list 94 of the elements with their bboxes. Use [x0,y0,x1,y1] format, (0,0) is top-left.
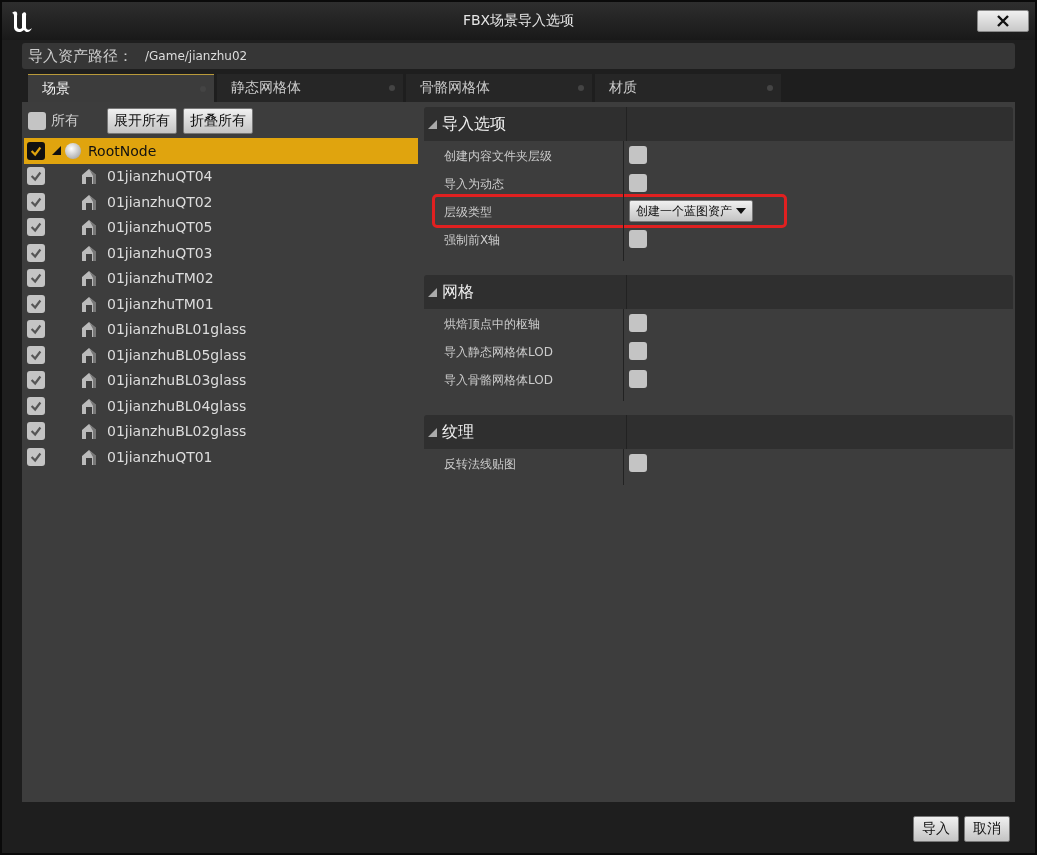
section-title: 纹理 [442,421,474,443]
close-icon [996,15,1010,27]
house-icon [81,218,97,237]
checkbox[interactable] [28,112,46,130]
section-title: 网格 [442,281,474,303]
tree-label: 01jianzhuBL02glass [107,423,247,440]
house-icon [81,243,97,262]
expander-icon[interactable] [428,287,437,297]
tree-row[interactable]: 01jianzhuTM02 [24,265,418,291]
tree-row[interactable]: RootNode [24,138,418,164]
property-label: 烘焙顶点中的枢轴 [444,317,540,331]
house-icon [81,320,97,339]
section-header[interactable]: 纹理 [424,415,1013,449]
toolbar-button[interactable]: 折叠所有 [183,108,253,134]
house-icon [81,396,97,415]
checkbox[interactable] [27,371,45,390]
close-button[interactable] [977,10,1029,32]
property-label: 反转法线贴图 [444,457,516,471]
checkbox[interactable] [27,218,45,237]
section-title: 导入选项 [442,113,506,135]
checkbox[interactable] [27,320,45,339]
dropdown[interactable]: 创建一个蓝图资产 [629,200,753,222]
tree-label: 01jianzhuQT04 [107,168,213,185]
house-icon [81,447,97,466]
path-label: 导入资产路径： [28,46,133,66]
property-label: 创建内容文件夹层级 [444,149,552,163]
toolbar-button[interactable]: 展开所有 [107,108,177,134]
dialog-button[interactable]: 导入 [913,816,959,842]
checkbox[interactable] [629,342,647,360]
house-icon [81,269,97,288]
tree-label: 01jianzhuQT05 [107,219,213,236]
checkbox-label: 所有 [51,112,79,130]
checkbox[interactable] [27,422,45,441]
tree-row[interactable]: 01jianzhuQT01 [24,444,418,470]
house-icon [81,345,97,364]
tree-row[interactable]: 01jianzhuQT03 [24,240,418,266]
tree-row[interactable]: 01jianzhuBL02glass [24,418,418,444]
tree-row[interactable]: 01jianzhuBL01glass [24,316,418,342]
tree-row[interactable]: 01jianzhuBL04glass [24,393,418,419]
tree-label: 01jianzhuBL01glass [107,321,247,338]
checkbox[interactable] [27,167,45,186]
tree-label: 01jianzhuQT02 [107,193,213,210]
tree-label: 01jianzhuTM02 [107,270,214,287]
window-title: FBX场景导入选项 [461,12,576,30]
checkbox[interactable] [27,345,45,364]
house-icon [81,167,97,186]
property-label: 层级类型 [444,205,492,219]
checkbox[interactable] [27,447,45,466]
sphere-icon [64,141,82,160]
tree-label: 01jianzhuBL04glass [107,397,247,414]
house-icon [81,422,97,441]
tab[interactable]: 场景 [28,74,214,102]
expander-icon[interactable] [428,119,437,129]
tree-row[interactable]: 01jianzhuBL05glass [24,342,418,368]
tree-label: 01jianzhuQT01 [107,448,213,465]
tree-label: 01jianzhuTM01 [107,295,214,312]
property-label: 导入静态网格体LOD [444,345,553,359]
property-label: 强制前X轴 [444,233,501,247]
tree-row[interactable]: 01jianzhuQT05 [24,214,418,240]
checkbox[interactable] [27,294,45,313]
house-icon [81,371,97,390]
path-value: /Game/jianzhu02 [145,49,248,63]
tree-row[interactable]: 01jianzhuBL03glass [24,367,418,393]
house-icon [81,192,97,211]
tree-label: 01jianzhuBL03glass [107,372,247,389]
tree-label: RootNode [88,142,157,159]
tab[interactable]: 骨骼网格体 [406,74,592,102]
property-label: 导入为动态 [444,177,504,191]
tree-label: 01jianzhuQT03 [107,244,213,261]
checkbox[interactable] [629,314,647,332]
checkbox[interactable] [27,192,45,211]
section-header[interactable]: 导入选项 [424,107,1013,141]
tree-row[interactable]: 01jianzhuTM01 [24,291,418,317]
expander-icon[interactable] [428,427,437,437]
property-label: 导入骨骼网格体LOD [444,373,553,387]
checkbox[interactable] [629,454,647,472]
tab[interactable]: 静态网格体 [217,74,403,102]
checkbox[interactable] [629,174,647,192]
section-header[interactable]: 网格 [424,275,1013,309]
caret-icon [736,208,746,214]
checkbox[interactable] [629,230,647,248]
tree-row[interactable]: 01jianzhuQT04 [24,163,418,189]
tree-label: 01jianzhuBL05glass [107,346,247,363]
checkbox[interactable] [629,146,647,164]
house-icon [81,294,97,313]
expander-icon[interactable] [52,146,61,156]
checkbox[interactable] [27,269,45,288]
dialog-button[interactable]: 取消 [964,816,1010,842]
checkbox[interactable] [27,141,45,160]
checkbox[interactable] [27,396,45,415]
checkbox[interactable] [629,370,647,388]
checkbox[interactable] [27,243,45,262]
tree-row[interactable]: 01jianzhuQT02 [24,189,418,215]
tab[interactable]: 材质 [595,74,781,102]
